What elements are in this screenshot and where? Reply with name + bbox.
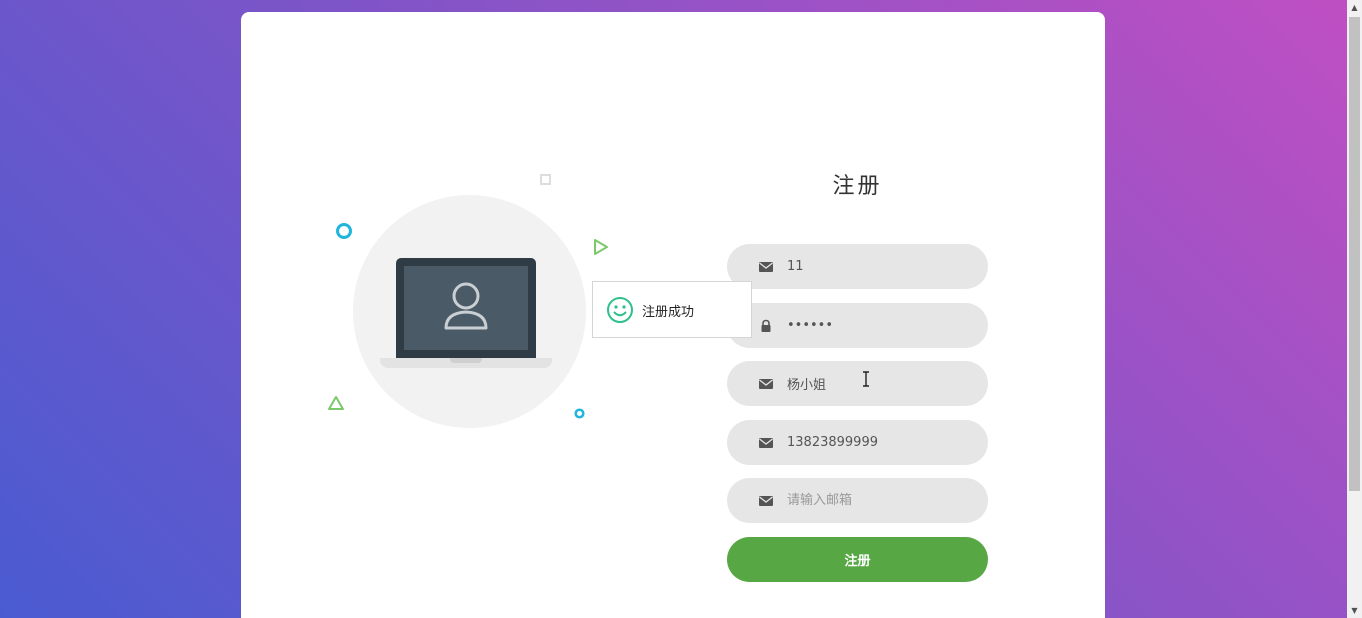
envelope-icon [759, 496, 773, 506]
realname-field[interactable] [727, 361, 988, 406]
success-toast: 注册成功 [592, 281, 752, 338]
smile-icon [607, 297, 633, 323]
text-cursor-icon [863, 371, 869, 387]
username-input[interactable] [787, 244, 972, 289]
email-field[interactable] [727, 478, 988, 523]
scroll-thumb[interactable] [1349, 17, 1360, 491]
envelope-icon [759, 262, 773, 272]
scroll-up-icon[interactable]: ▲ [1347, 0, 1362, 15]
play-triangle-icon [594, 239, 608, 255]
phone-input[interactable] [787, 420, 972, 465]
envelope-icon [759, 438, 773, 448]
email-input[interactable] [787, 478, 972, 523]
ring-icon [336, 223, 352, 239]
laptop-notch [450, 358, 482, 363]
scroll-down-icon[interactable]: ▼ [1347, 603, 1362, 618]
triangle-icon [328, 396, 344, 410]
toast-message: 注册成功 [642, 305, 695, 320]
password-field[interactable] [727, 303, 988, 348]
realname-input[interactable] [787, 361, 972, 406]
scrollbar[interactable]: ▲ ▼ [1347, 0, 1362, 618]
square-icon [540, 174, 551, 185]
laptop-icon [396, 258, 536, 358]
register-button[interactable]: 注册 [727, 537, 988, 582]
page-title: 注册 [832, 174, 883, 199]
lock-icon [761, 319, 771, 332]
small-ring-icon [574, 408, 585, 419]
username-field[interactable] [727, 244, 988, 289]
user-icon [444, 282, 488, 330]
phone-field[interactable] [727, 420, 988, 465]
password-input[interactable] [787, 303, 972, 348]
envelope-icon [759, 379, 773, 389]
